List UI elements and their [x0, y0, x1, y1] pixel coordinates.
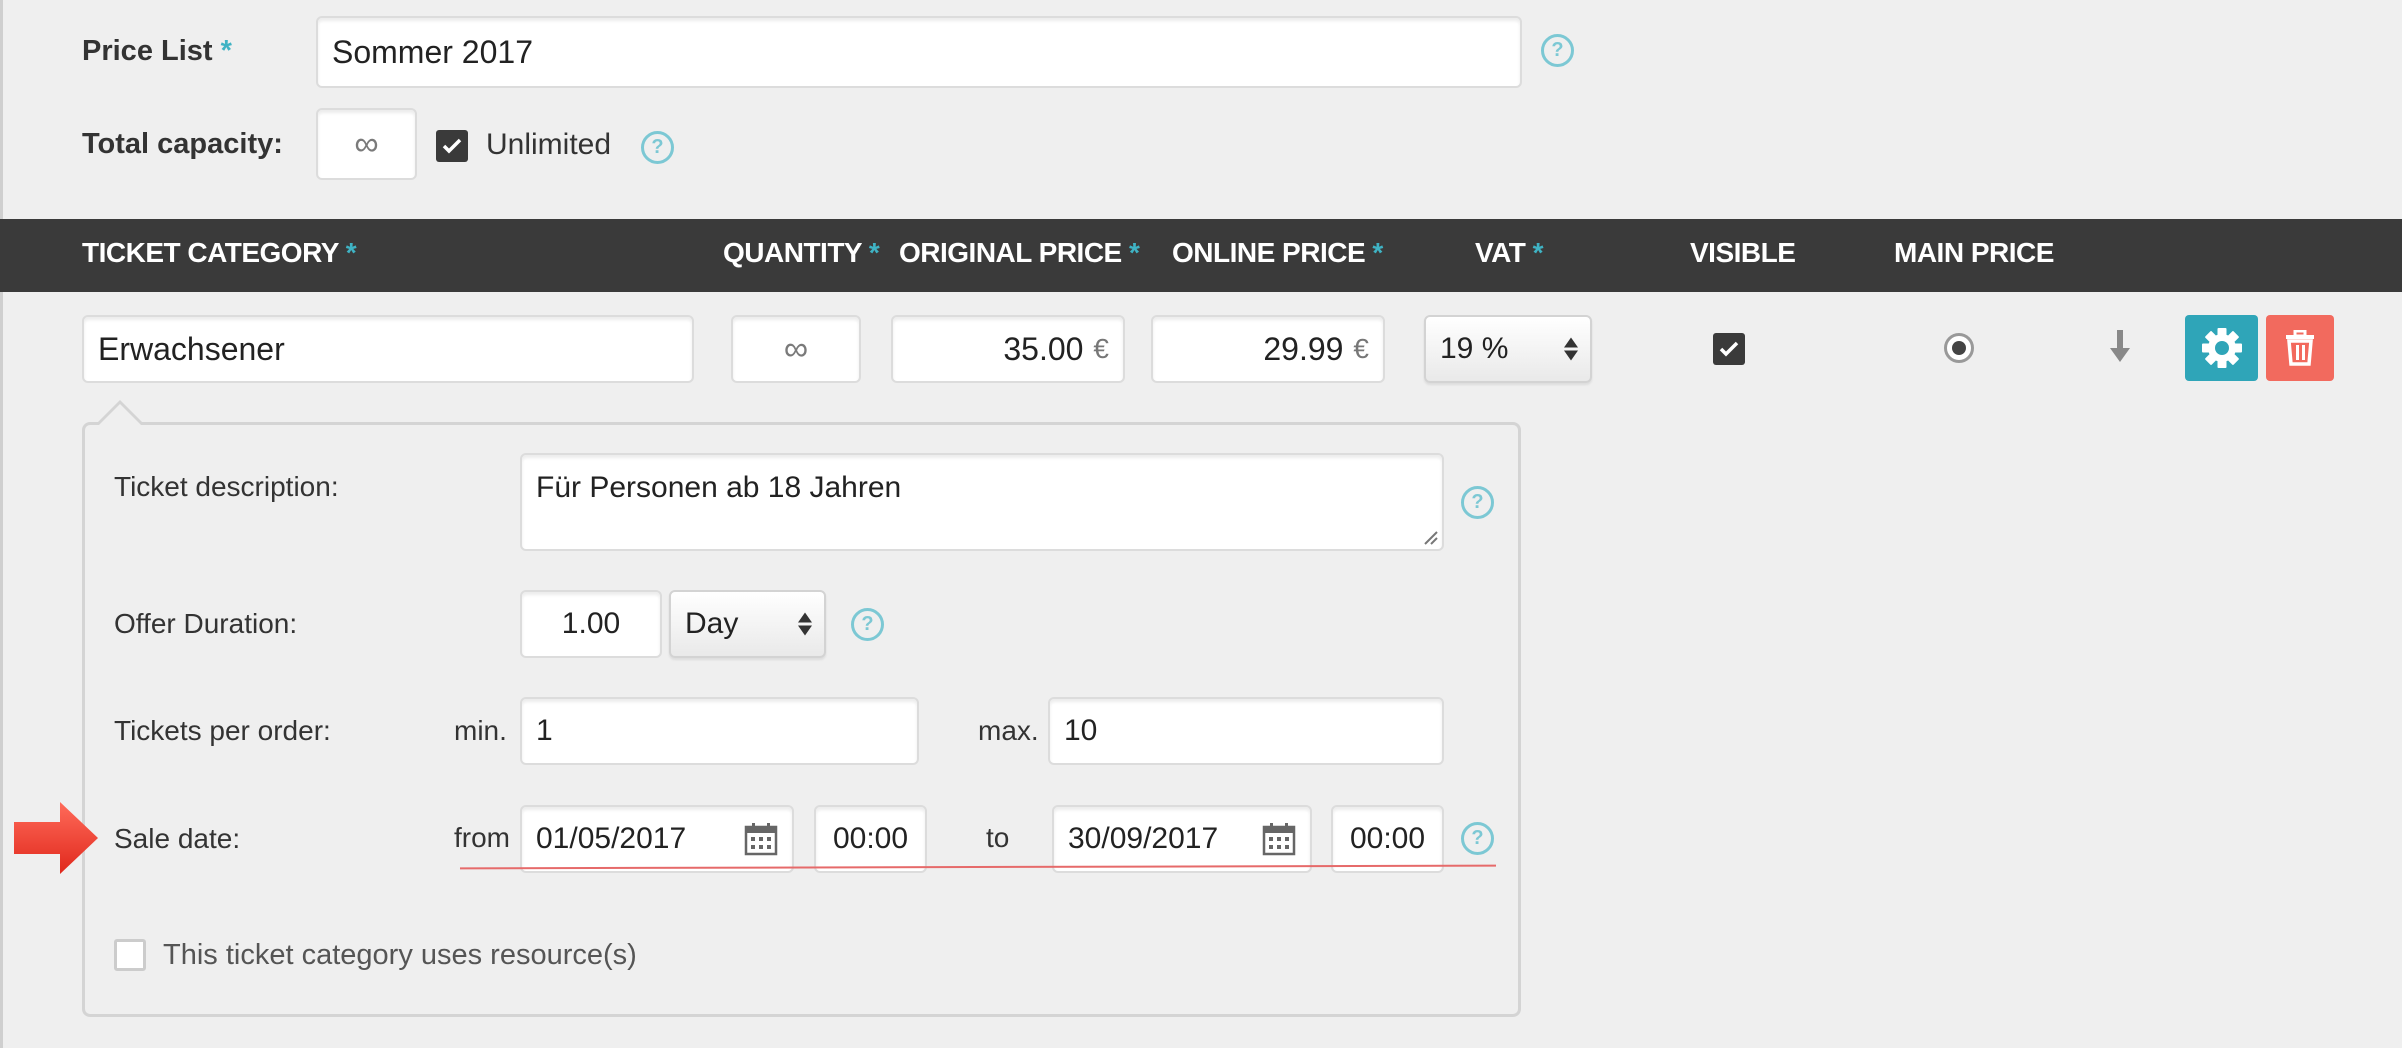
tickets-per-order-label: Tickets per order: [114, 715, 331, 746]
header-vat: VAT * [1475, 237, 1544, 268]
main-price-radio[interactable] [1944, 333, 1974, 363]
sale-from-time-input[interactable]: 00:00 [814, 805, 927, 873]
offer-duration-input[interactable]: 1.00 [520, 590, 662, 658]
sale-to-date-input[interactable]: 30/09/2017 [1052, 805, 1312, 873]
max-label: max. [978, 715, 1039, 746]
online-price-input[interactable]: 29.99 € [1151, 315, 1385, 383]
header-online-price: ONLINE PRICE * [1172, 237, 1383, 268]
header-quantity: QUANTITY * [723, 237, 880, 268]
header-original-price: ORIGINAL PRICE * [899, 237, 1140, 268]
sale-to-time-input[interactable]: 00:00 [1331, 805, 1444, 873]
ticket-description-textarea[interactable]: Für Personen ab 18 Jahren [520, 453, 1444, 551]
from-label: from [454, 822, 510, 853]
header-main-price: MAIN PRICE [1894, 237, 2054, 268]
original-price-input[interactable]: 35.00 € [891, 315, 1125, 383]
ticket-description-label: Ticket description: [114, 471, 339, 502]
resize-handle-icon[interactable] [1422, 529, 1438, 545]
price-list-input[interactable]: Sommer 2017 [316, 16, 1522, 88]
trash-icon [2286, 330, 2314, 366]
calendar-icon[interactable] [1262, 822, 1296, 856]
total-capacity-label: Total capacity: [82, 128, 283, 160]
radio-selected-dot [1952, 341, 1966, 355]
delete-button[interactable] [2266, 315, 2334, 381]
min-label: min. [454, 715, 507, 746]
left-border [0, 0, 3, 1048]
total-capacity-input[interactable]: ∞ [316, 108, 417, 180]
gear-icon [2201, 328, 2242, 368]
sale-date-label: Sale date: [114, 823, 241, 854]
sale-date-help-icon[interactable]: ? [1461, 822, 1494, 855]
sale-from-date-input[interactable]: 01/05/2017 [520, 805, 794, 873]
resources-label: This ticket category uses resource(s) [163, 939, 637, 971]
price-list-help-icon[interactable]: ? [1541, 34, 1574, 67]
unlimited-checkbox[interactable] [436, 130, 468, 162]
checkmark-icon [1719, 341, 1739, 357]
unlimited-label: Unlimited [486, 128, 612, 161]
arrow-down-icon[interactable] [2108, 330, 2132, 369]
header-ticket-category: TICKET CATEGORY * [82, 237, 357, 268]
min-tickets-input[interactable]: 1 [520, 697, 919, 765]
calendar-icon[interactable] [744, 822, 778, 856]
select-arrows-icon [798, 612, 812, 636]
price-list-label: Price List * [82, 35, 232, 67]
ticket-category-input[interactable]: Erwachsener [82, 315, 694, 383]
max-tickets-input[interactable]: 10 [1048, 697, 1444, 765]
offer-duration-unit-select[interactable]: Day [669, 590, 826, 658]
vat-select[interactable]: 19 % [1424, 315, 1592, 383]
visible-checkbox[interactable] [1713, 333, 1745, 365]
checkmark-icon [442, 138, 462, 154]
offer-duration-label: Offer Duration: [114, 608, 298, 639]
panel-caret-inner [99, 404, 141, 425]
description-help-icon[interactable]: ? [1461, 486, 1494, 519]
offer-duration-help-icon[interactable]: ? [851, 608, 884, 641]
select-arrows-icon [1564, 337, 1578, 361]
total-capacity-help-icon[interactable]: ? [641, 131, 674, 164]
quantity-input[interactable]: ∞ [731, 315, 861, 383]
resources-checkbox[interactable] [114, 939, 146, 971]
red-arrow-annotation [14, 802, 98, 879]
settings-button[interactable] [2185, 315, 2258, 381]
to-label: to [986, 822, 1010, 853]
header-visible: VISIBLE [1690, 237, 1796, 268]
